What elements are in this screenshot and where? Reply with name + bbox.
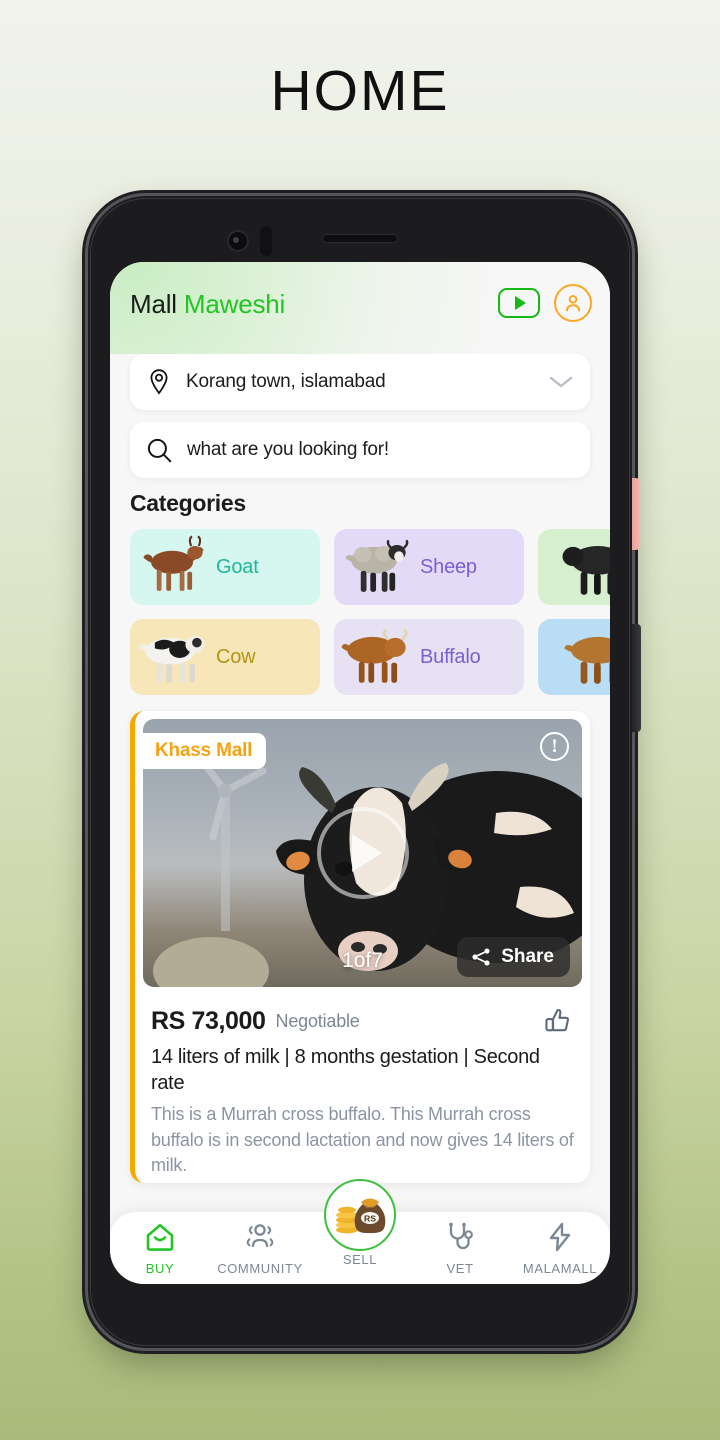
bull-image [552, 532, 610, 602]
sell-fab[interactable]: RS [324, 1179, 396, 1251]
nav-item-sell[interactable]: RS SELL [315, 1179, 405, 1267]
share-icon [472, 948, 490, 966]
header-actions [498, 284, 592, 322]
location-value: Korang town, islamabad [186, 371, 386, 392]
product-card: Khass Mall ! 1of7 Share RS 73,000 Negoti… [130, 711, 590, 1183]
nav-label: COMMUNITY [217, 1261, 303, 1276]
product-listing[interactable]: Khass Mall ! 1of7 Share RS 73,000 Negoti… [130, 711, 590, 1183]
search-bar[interactable]: what are you looking for! [130, 422, 590, 478]
svg-text:RS: RS [364, 1214, 376, 1224]
calf-image [552, 622, 610, 692]
nav-item-vet[interactable]: VET [415, 1221, 505, 1276]
category-card-buffalo[interactable]: Buffalo [334, 619, 524, 695]
thumbs-up-icon[interactable] [542, 1005, 574, 1037]
home-icon [146, 1223, 174, 1251]
search-icon [147, 438, 172, 462]
nav-label: MALAMALL [522, 1261, 598, 1276]
phone-top-bezel [88, 196, 632, 272]
category-label: Buffalo [420, 645, 481, 668]
nav-label: SELL [342, 1252, 378, 1267]
share-label: Share [501, 946, 554, 967]
sheep-image [334, 532, 420, 602]
nav-item-community[interactable]: COMMUNITY [215, 1221, 305, 1276]
page-title: HOME [270, 59, 450, 123]
share-button[interactable]: Share [457, 937, 570, 977]
price-row: RS 73,000 Negotiable [151, 1005, 574, 1037]
buffalo-image [334, 622, 420, 692]
product-media[interactable]: Khass Mall ! 1of7 Share [143, 719, 582, 987]
category-card-sheep[interactable]: Sheep [334, 529, 524, 605]
negotiable-label: Negotiable [275, 1010, 360, 1031]
mall-badge: Khass Mall [143, 733, 267, 769]
money-bag-icon: RS [336, 1198, 386, 1234]
location-pin-icon [150, 369, 168, 395]
nav-label: BUY [145, 1261, 175, 1276]
category-card-calf[interactable]: Calf [538, 619, 610, 695]
product-price: RS 73,000 [151, 1006, 266, 1035]
category-label: Cow [216, 645, 256, 668]
user-icon [566, 295, 580, 312]
search-placeholder: what are you looking for! [187, 439, 390, 460]
volume-button[interactable] [632, 478, 639, 550]
stethoscope-icon [449, 1222, 473, 1250]
app-header: Mall Maweshi [110, 262, 610, 354]
image-counter: 1of7 [342, 949, 383, 972]
proximity-sensor-icon [260, 226, 272, 256]
nav-item-malamall[interactable]: MALAMALL [515, 1221, 605, 1276]
play-triangle-icon [352, 834, 382, 872]
play-triangle-icon [515, 296, 526, 310]
chevron-down-icon[interactable] [548, 374, 574, 390]
phone-screen: Mall Maweshi Korang town, islamabad what… [110, 262, 610, 1284]
brand-second: Maweshi [183, 289, 286, 319]
goat-image [130, 532, 216, 602]
lightning-icon [549, 1222, 571, 1252]
category-label: Goat [216, 555, 259, 578]
category-card-cow[interactable]: Cow [130, 619, 320, 695]
brand-first: Mall [130, 289, 177, 319]
category-label: Sheep [420, 555, 477, 578]
product-title: 14 liters of milk | 8 months gestation |… [151, 1046, 540, 1094]
product-description: This is a Murrah cross buffalo. This Mur… [151, 1104, 574, 1176]
profile-button[interactable] [554, 284, 592, 322]
nav-label: VET [446, 1261, 474, 1276]
video-play-button[interactable] [498, 288, 540, 318]
categories-heading: Categories [130, 490, 246, 516]
bottom-navigation: BUY COMMUNITY RS SELL VET MALAMALL [110, 1179, 610, 1284]
report-icon[interactable]: ! [540, 732, 569, 761]
windmill-image [191, 747, 267, 931]
location-selector[interactable]: Korang town, islamabad [130, 354, 590, 410]
category-card-goat[interactable]: Goat [130, 529, 320, 605]
phone-mockup: Mall Maweshi Korang town, islamabad what… [88, 196, 641, 1348]
hay-bale-image [153, 937, 269, 987]
product-info: RS 73,000 Negotiable 14 liters of milk |… [135, 995, 590, 1183]
play-button[interactable] [316, 807, 409, 899]
app-brand: Mall Maweshi [130, 289, 285, 320]
power-button[interactable] [632, 624, 641, 732]
people-icon [246, 1224, 274, 1248]
cow-image [130, 622, 216, 692]
earpiece-speaker [322, 234, 398, 243]
category-card-bull[interactable]: Bull [538, 529, 610, 605]
front-camera-icon [227, 230, 249, 252]
categories-grid: Goat Sheep Cow Buffalo [110, 529, 610, 695]
nav-item-buy[interactable]: BUY [115, 1221, 205, 1276]
